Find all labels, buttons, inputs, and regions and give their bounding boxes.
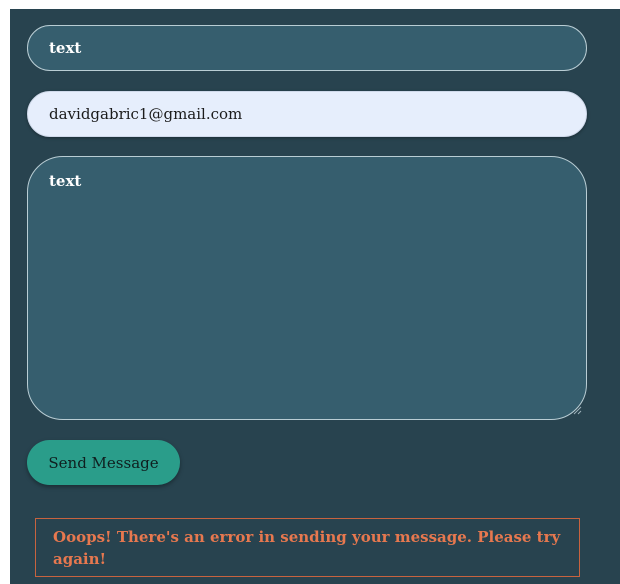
send-message-button-label: Send Message [48,453,159,472]
message-textarea-value: text [49,172,82,190]
email-field-value: davidgabric1@gmail.com [49,105,243,123]
email-field[interactable]: davidgabric1@gmail.com [27,91,587,137]
error-message: Ooops! There's an error in sending your … [53,528,561,568]
message-textarea[interactable]: text [27,156,587,420]
resize-handle-icon[interactable] [573,406,582,415]
name-field-value: text [49,39,82,57]
send-message-button[interactable]: Send Message [27,440,180,485]
error-alert: Ooops! There's an error in sending your … [35,518,580,577]
name-field[interactable]: text [27,25,587,71]
